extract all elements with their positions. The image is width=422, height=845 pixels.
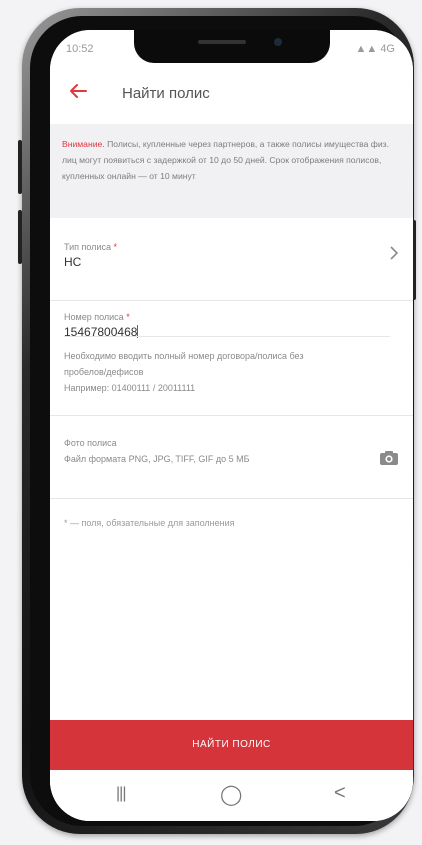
- helper-line-2: пробелов/дефисов: [64, 367, 144, 377]
- android-nav-bar: ||| ◯ <: [50, 770, 413, 821]
- front-camera: [274, 38, 282, 46]
- nav-home-icon[interactable]: ◯: [220, 782, 242, 807]
- screen: 10:52 ▲▲ 4G Найти полис Внимание. Полисы…: [50, 30, 413, 821]
- photo-hint: Файл формата PNG, JPG, TIFF, GIF до 5 МБ: [64, 454, 250, 464]
- chevron-right-icon: [389, 244, 399, 265]
- find-policy-button[interactable]: НАЙТИ ПОЛИС: [50, 720, 413, 770]
- policy-type-value: НС: [64, 255, 82, 269]
- divider: [50, 498, 413, 499]
- required-footnote: * — поля, обязательные для заполнения: [64, 518, 235, 528]
- arrow-left-icon: [70, 84, 87, 98]
- nav-recent-apps-icon[interactable]: |||: [116, 785, 127, 803]
- helper-example: Например: 01400111 / 20011111: [64, 383, 196, 393]
- required-asterisk: *: [113, 242, 117, 252]
- page-title: Найти полис: [122, 85, 210, 102]
- nav-back-icon[interactable]: <: [334, 782, 346, 805]
- policy-type-label: Тип полиса: [64, 242, 111, 252]
- notice-prefix: Внимание.: [62, 139, 105, 149]
- notice-text: Полисы, купленные через партнеров, а так…: [62, 139, 389, 181]
- back-arrow-icon[interactable]: [64, 80, 92, 108]
- notice-banner: Внимание. Полисы, купленные через партне…: [50, 124, 413, 218]
- speaker: [198, 40, 246, 44]
- status-signal: ▲▲ 4G: [355, 43, 395, 55]
- policy-number-label: Номер полиса: [64, 312, 124, 322]
- notch: [134, 30, 330, 63]
- policy-type-field[interactable]: Тип полиса * НС: [50, 218, 413, 300]
- helper-line-1: Необходимо вводить полный номер договора…: [64, 351, 304, 361]
- policy-number-label-row: Номер полиса *: [64, 312, 399, 322]
- divider: [64, 336, 390, 337]
- policy-number-helper: Необходимо вводить полный номер договора…: [64, 348, 384, 396]
- photo-label: Фото полиса: [64, 438, 117, 448]
- app-bar: Найти полис: [50, 66, 413, 124]
- volume-button-2: [18, 210, 22, 264]
- status-time: 10:52: [66, 43, 94, 55]
- volume-button-1: [18, 140, 22, 194]
- camera-icon[interactable]: [379, 450, 399, 466]
- required-asterisk: *: [126, 312, 130, 322]
- policy-type-label-row: Тип полиса *: [64, 242, 399, 252]
